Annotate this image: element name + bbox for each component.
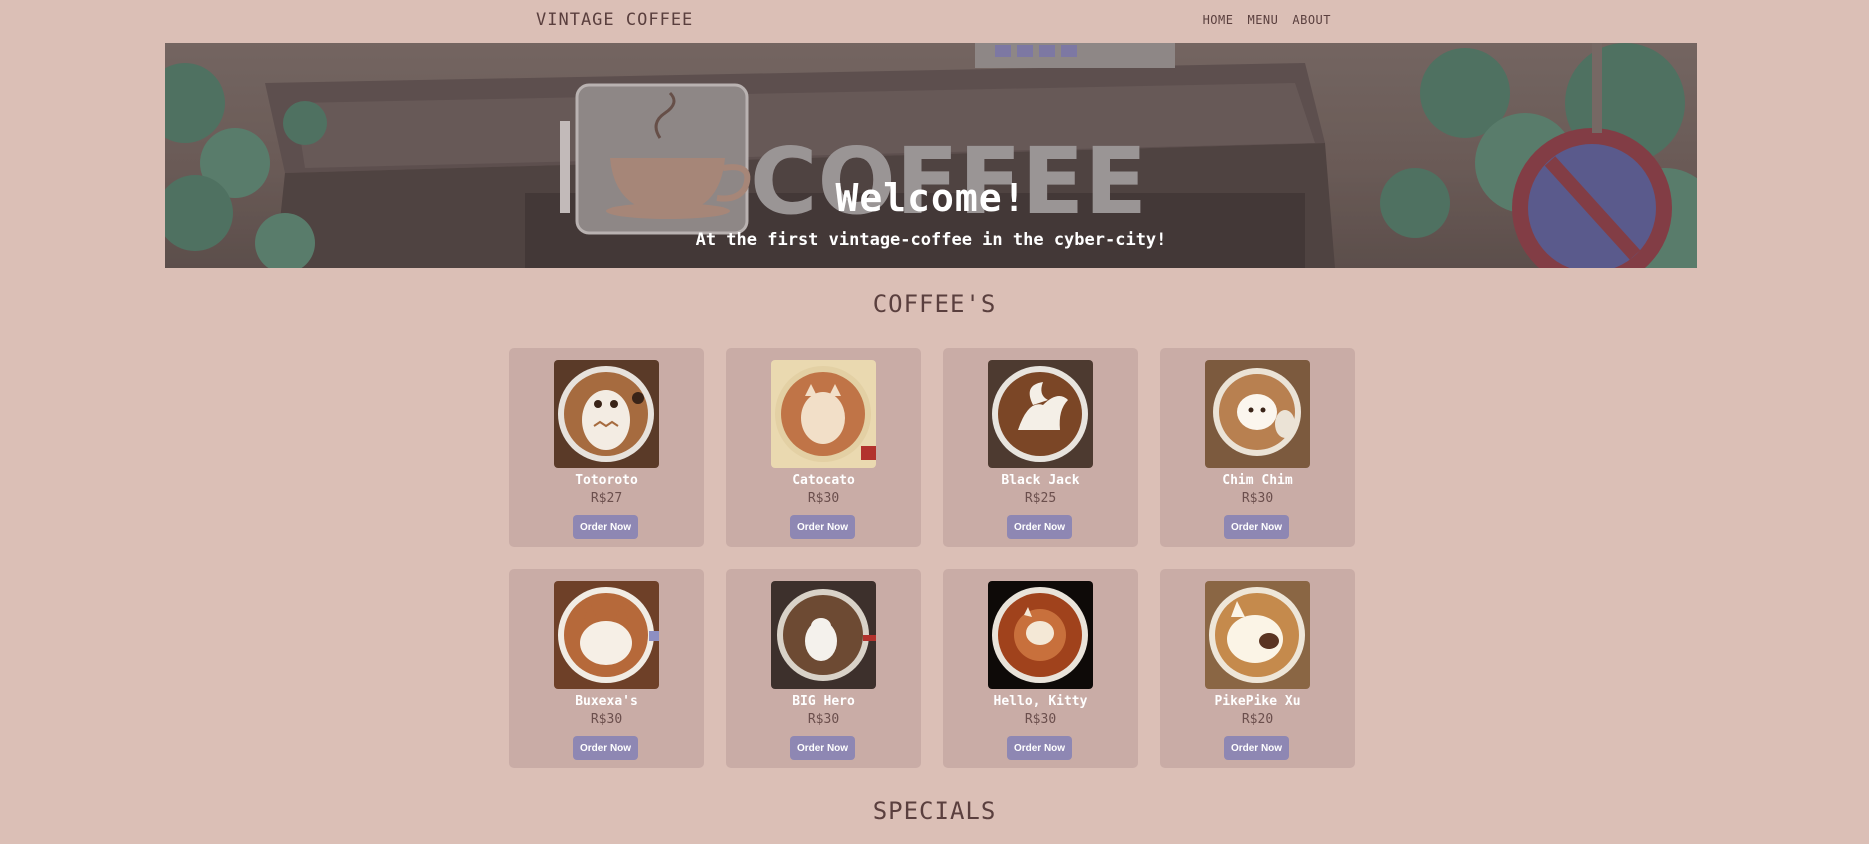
brand-logo[interactable]: VINTAGE COFFEE xyxy=(536,10,693,30)
hero-subtitle: At the first vintage-coffee in the cyber… xyxy=(695,230,1167,250)
pegasus-latte-art-icon xyxy=(988,360,1093,468)
coffee-card: BIG Hero R$30 Order Now xyxy=(726,569,921,768)
nav-link-menu[interactable]: MENU xyxy=(1247,13,1278,27)
coffee-card: Buxexa's R$30 Order Now xyxy=(509,569,704,768)
coffee-card: Black Jack R$25 Order Now xyxy=(943,348,1138,547)
coffee-name: Catocato xyxy=(792,473,855,488)
order-now-button[interactable]: Order Now xyxy=(1224,736,1289,760)
baymax-latte-art-icon xyxy=(771,581,876,689)
coffee-name: Hello, Kitty xyxy=(993,694,1088,709)
coffee-price: R$30 xyxy=(1241,491,1274,506)
coffee-grid: Totoroto R$27 Order Now Catocato R$30 Or… xyxy=(509,348,1355,768)
coffee-price: R$30 xyxy=(590,712,623,727)
specials-section-title: SPECIALS xyxy=(872,797,997,825)
order-now-button[interactable]: Order Now xyxy=(1224,515,1289,539)
coffee-card: Totoroto R$27 Order Now xyxy=(509,348,704,547)
coffee-price: R$30 xyxy=(807,712,840,727)
nav-link-home[interactable]: HOME xyxy=(1203,13,1234,27)
coffee-name: BIG Hero xyxy=(792,694,855,709)
coffee-price: R$30 xyxy=(1024,712,1057,727)
totoro-latte-art-icon xyxy=(554,360,659,468)
coffee-price: R$27 xyxy=(590,491,623,506)
coffee-card: PikePike Xu R$20 Order Now xyxy=(1160,569,1355,768)
order-now-button[interactable]: Order Now xyxy=(790,515,855,539)
coffee-name: Black Jack xyxy=(1001,473,1080,488)
navbar: VINTAGE COFFEE HOME MENU ABOUT xyxy=(0,0,1869,43)
coffee-name: Totoroto xyxy=(575,473,638,488)
coffee-card: Hello, Kitty R$30 Order Now xyxy=(943,569,1138,768)
coffee-price: R$20 xyxy=(1241,712,1274,727)
order-now-button[interactable]: Order Now xyxy=(1007,736,1072,760)
coffee-name: Buxexa's xyxy=(575,694,638,709)
coffee-card: Chim Chim R$30 Order Now xyxy=(1160,348,1355,547)
order-now-button[interactable]: Order Now xyxy=(1007,515,1072,539)
chick-latte-art-icon xyxy=(1205,360,1310,468)
coffee-name: PikePike Xu xyxy=(1214,694,1301,709)
coffee-name: Chim Chim xyxy=(1222,473,1293,488)
nav-links: HOME MENU ABOUT xyxy=(1203,13,1331,27)
hero-title: Welcome! xyxy=(835,176,1027,220)
hero-banner: COFFEE Welcome! At the first vintage-cof… xyxy=(165,43,1697,268)
shiba-latte-art-icon xyxy=(554,581,659,689)
nav-link-about[interactable]: ABOUT xyxy=(1292,13,1331,27)
coffee-card: Catocato R$30 Order Now xyxy=(726,348,921,547)
coffee-price: R$30 xyxy=(807,491,840,506)
order-now-button[interactable]: Order Now xyxy=(790,736,855,760)
kitty-latte-art-icon xyxy=(988,581,1093,689)
order-now-button[interactable]: Order Now xyxy=(573,736,638,760)
coffees-section-title: COFFEE'S xyxy=(872,290,997,318)
order-now-button[interactable]: Order Now xyxy=(573,515,638,539)
coffee-price: R$25 xyxy=(1024,491,1057,506)
pig-latte-art-icon xyxy=(1205,581,1310,689)
cat-latte-art-icon xyxy=(771,360,876,468)
